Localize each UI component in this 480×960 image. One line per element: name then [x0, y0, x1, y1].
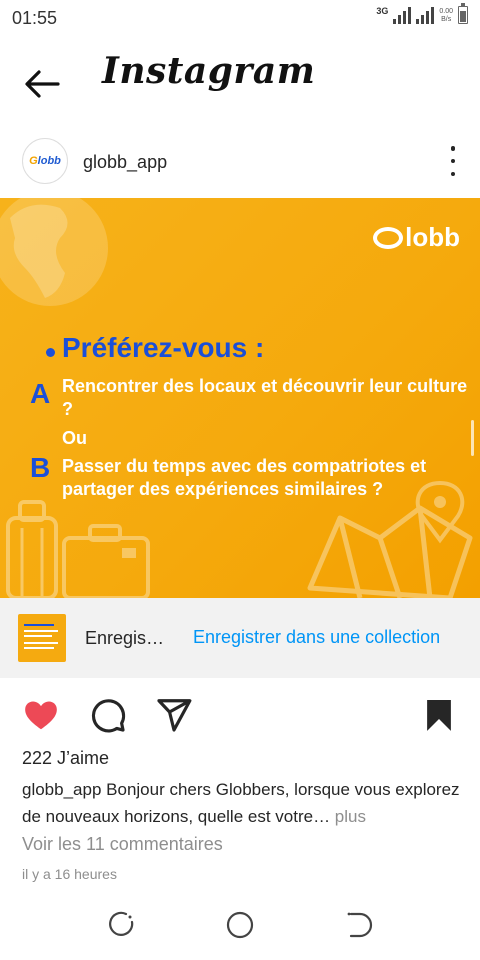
battery-icon — [458, 3, 468, 24]
view-comments-link[interactable]: Voir les 11 commentaires — [22, 834, 223, 855]
avatar-logo-text: lobb — [37, 155, 61, 167]
post-username[interactable]: globb_app — [83, 152, 167, 173]
post-header: Globb globb_app — [0, 132, 480, 192]
brand-g-icon — [373, 226, 404, 249]
save-to-collection-link[interactable]: Enregistrer dans une collection — [193, 627, 440, 648]
save-collection-bar: Enregis… Enregistrer dans une collection — [0, 598, 480, 678]
or-text: Ou — [62, 428, 87, 448]
back-nav-icon — [347, 912, 373, 938]
question-title: Préférez-vous : — [62, 332, 265, 363]
saved-post-thumbnail — [18, 614, 66, 662]
recents-icon — [109, 911, 134, 936]
caption-username[interactable]: globb_app — [22, 780, 101, 799]
bookmark-icon — [427, 699, 451, 731]
map-decoration — [307, 480, 473, 598]
luggage-decoration — [6, 500, 150, 598]
back-arrow-icon — [25, 70, 60, 98]
speed-unit: B/s — [441, 16, 452, 23]
data-speed: 0.00 B/s — [439, 8, 453, 24]
status-bar: 01:55 3G 0.00 B/s — [0, 0, 480, 36]
brand-text: lobb — [405, 222, 460, 252]
status-time: 01:55 — [12, 8, 58, 28]
home-button[interactable] — [225, 910, 255, 940]
caption-more-link[interactable]: plus — [330, 807, 366, 826]
share-icon — [157, 699, 192, 732]
network-type: 3G — [376, 6, 389, 16]
post-timestamp: il y a 16 heures — [22, 866, 117, 882]
signal-icon-2 — [416, 6, 435, 24]
post-actions — [0, 690, 480, 738]
signal-icon — [393, 6, 412, 24]
bullet-dot — [46, 348, 55, 357]
speed-value: 0.00 — [439, 8, 453, 15]
share-button[interactable] — [155, 696, 193, 734]
avatar[interactable]: Globb — [22, 138, 68, 184]
app-header: Instagram — [0, 44, 480, 120]
avatar-logo-g: G — [29, 155, 38, 167]
post-caption: globb_app Bonjour chers Globbers, lorsqu… — [22, 776, 462, 830]
status-icons: 3G 0.00 B/s — [376, 3, 468, 24]
comment-button[interactable] — [89, 696, 127, 734]
avatar-logo: Globb — [29, 155, 61, 167]
more-options-icon[interactable] — [448, 146, 458, 176]
side-mark — [471, 420, 474, 456]
heart-icon — [25, 701, 57, 730]
back-button[interactable] — [22, 64, 62, 104]
back-nav-button[interactable] — [345, 910, 375, 940]
recents-button[interactable] — [106, 910, 136, 940]
saved-label: Enregis… — [85, 628, 165, 648]
globe-decoration — [0, 198, 108, 306]
comment-icon — [91, 699, 126, 733]
system-nav-bar — [0, 900, 480, 960]
bookmark-button[interactable] — [420, 696, 458, 734]
brand-logo: lobb — [373, 222, 460, 253]
option-a-letter: A — [30, 378, 51, 409]
like-button[interactable] — [22, 696, 60, 734]
home-icon — [226, 911, 254, 939]
likes-count[interactable]: 222 J’aime — [22, 748, 109, 769]
post-image[interactable]: lobb Préférez-vous : A Rencontrer des lo… — [0, 198, 480, 598]
option-a-text: Rencontrer des locaux et découvrir leur … — [62, 376, 468, 419]
instagram-logo: Instagram — [102, 50, 316, 92]
